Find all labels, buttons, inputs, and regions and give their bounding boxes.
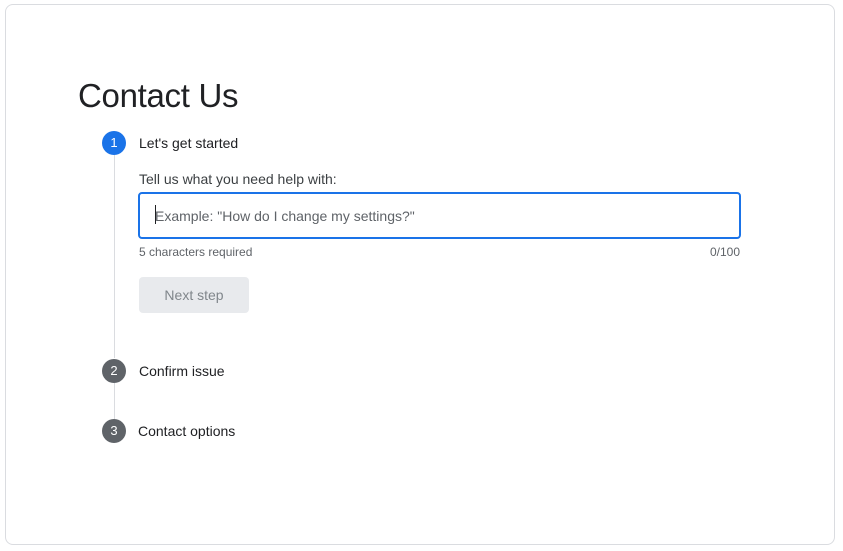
help-prompt-label: Tell us what you need help with:: [139, 171, 337, 187]
step-2-indicator: 2: [102, 359, 126, 383]
page-title: Contact Us: [78, 77, 239, 114]
text-cursor: [155, 205, 156, 224]
step-2-label[interactable]: Confirm issue: [139, 361, 225, 381]
step-connector-1-2: [114, 155, 115, 358]
character-requirement-hint: 5 characters required: [139, 245, 253, 259]
next-step-button[interactable]: Next step: [139, 277, 249, 313]
step-connector-2-3: [114, 383, 115, 419]
step-1-indicator: 1: [102, 131, 126, 155]
help-topic-input[interactable]: [138, 192, 741, 239]
character-counter: 0/100: [709, 245, 740, 259]
step-1-label: Let's get started: [139, 135, 239, 151]
step-3-indicator: 3: [102, 419, 126, 443]
step-3-label[interactable]: Contact options: [138, 421, 235, 441]
